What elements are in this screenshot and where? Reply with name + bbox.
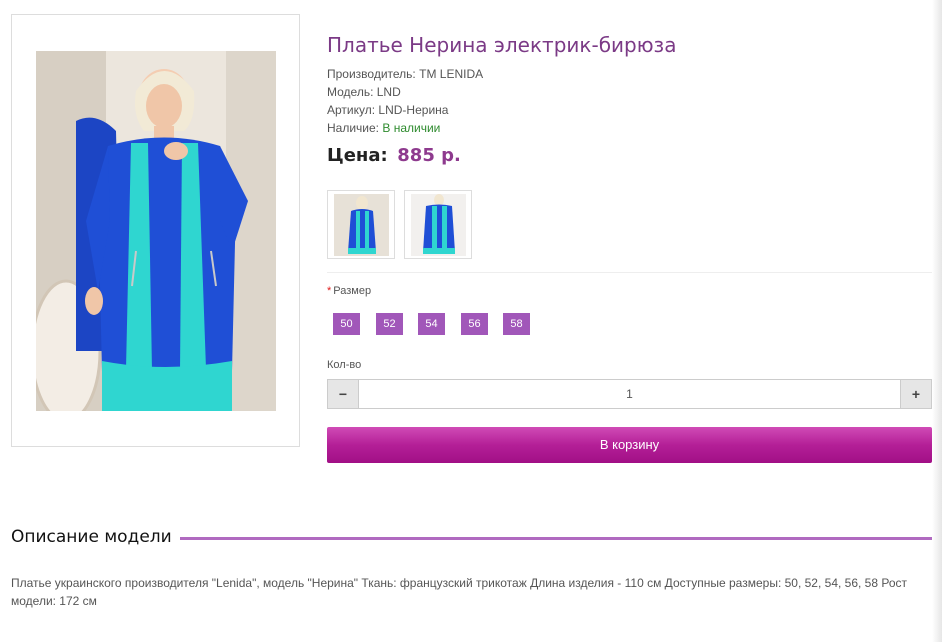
description-heading-line bbox=[176, 537, 932, 540]
size-label: * Размер bbox=[327, 285, 371, 297]
size-option-50[interactable]: 50 bbox=[333, 313, 360, 335]
size-option-52[interactable]: 52 bbox=[376, 313, 403, 335]
price-row: Цена: 885 р. bbox=[327, 145, 461, 166]
model-label: Модель: bbox=[327, 85, 374, 99]
product-title: Платье Нерина электрик-бирюза bbox=[327, 33, 677, 57]
article-row: Артикул: LND-Нерина bbox=[327, 103, 448, 117]
size-option-54[interactable]: 54 bbox=[418, 313, 445, 335]
quantity-stepper: − + bbox=[327, 379, 932, 409]
description-heading: Описание модели bbox=[11, 527, 180, 547]
manufacturer-row: Производитель: TM LENIDA bbox=[327, 67, 483, 81]
model-row: Модель: LND bbox=[327, 85, 401, 99]
add-to-cart-button[interactable]: В корзину bbox=[327, 427, 932, 463]
product-photo bbox=[36, 51, 276, 411]
thumbnail-2[interactable] bbox=[404, 190, 472, 259]
price-value: 885 р. bbox=[397, 145, 461, 166]
thumbnail-1[interactable] bbox=[327, 190, 395, 259]
size-option-56[interactable]: 56 bbox=[461, 313, 488, 335]
size-label-text: Размер bbox=[333, 285, 372, 297]
main-product-image[interactable] bbox=[11, 14, 300, 447]
options-divider bbox=[327, 272, 932, 273]
availability-status: В наличии bbox=[382, 121, 441, 135]
required-mark: * bbox=[327, 285, 332, 297]
page-edge-shadow bbox=[932, 0, 942, 642]
article-value: LND-Нерина bbox=[378, 103, 449, 117]
price-label: Цена: bbox=[327, 145, 388, 166]
quantity-input[interactable] bbox=[360, 380, 899, 408]
quantity-decrease-button[interactable]: − bbox=[328, 380, 359, 408]
thumbnail-2-photo bbox=[411, 194, 466, 256]
manufacturer-label: Производитель: bbox=[327, 67, 416, 81]
article-label: Артикул: bbox=[327, 103, 376, 117]
availability-row: Наличие: В наличии bbox=[327, 121, 440, 135]
availability-label: Наличие: bbox=[327, 121, 380, 135]
description-text: Платье украинского производителя "Lenida… bbox=[11, 576, 907, 608]
size-option-58[interactable]: 58 bbox=[503, 313, 530, 335]
quantity-increase-button[interactable]: + bbox=[900, 380, 931, 408]
thumbnail-1-photo bbox=[334, 194, 389, 256]
model-value: LND bbox=[376, 85, 401, 99]
manufacturer-value[interactable]: TM LENIDA bbox=[419, 67, 483, 81]
quantity-label: Кол-во bbox=[327, 359, 362, 371]
